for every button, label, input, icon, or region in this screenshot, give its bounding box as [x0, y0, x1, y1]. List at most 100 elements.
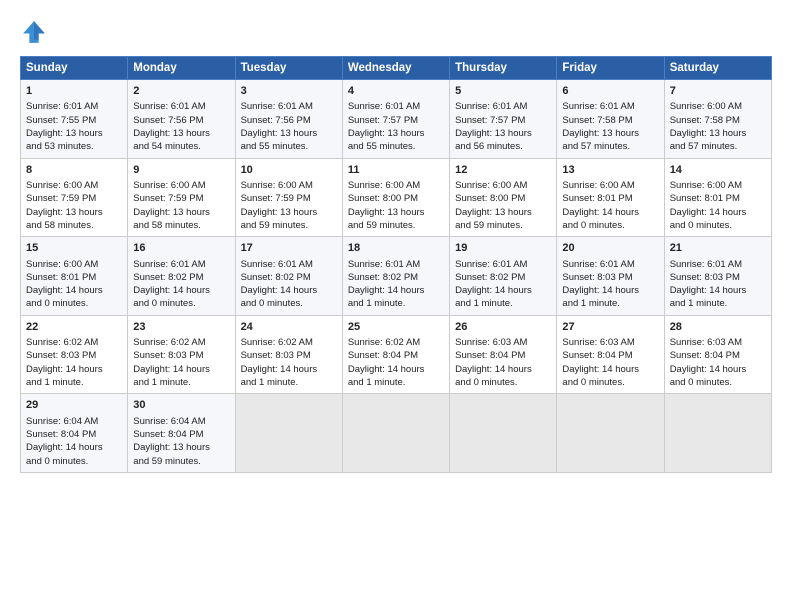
day-number: 14 — [670, 163, 766, 178]
day-info-line: Sunset: 7:57 PM — [455, 114, 551, 127]
calendar-cell: 6Sunrise: 6:01 AMSunset: 7:58 PMDaylight… — [557, 80, 664, 159]
day-number: 27 — [562, 320, 658, 335]
calendar-cell: 17Sunrise: 6:01 AMSunset: 8:02 PMDayligh… — [235, 237, 342, 316]
day-info-line: Sunrise: 6:03 AM — [562, 336, 658, 349]
calendar-cell: 21Sunrise: 6:01 AMSunset: 8:03 PMDayligh… — [664, 237, 771, 316]
day-info-line: Daylight: 13 hours — [241, 206, 337, 219]
day-info-line: and 0 minutes. — [562, 219, 658, 232]
day-info-line: and 56 minutes. — [455, 140, 551, 153]
day-info-line: and 0 minutes. — [26, 297, 122, 310]
page: SundayMondayTuesdayWednesdayThursdayFrid… — [0, 0, 792, 612]
day-info-line: Sunset: 8:01 PM — [562, 192, 658, 205]
column-header-sunday: Sunday — [21, 57, 128, 80]
day-number: 2 — [133, 84, 229, 99]
day-info-line: and 59 minutes. — [455, 219, 551, 232]
day-number: 23 — [133, 320, 229, 335]
calendar-cell: 2Sunrise: 6:01 AMSunset: 7:56 PMDaylight… — [128, 80, 235, 159]
day-info-line: Sunrise: 6:02 AM — [348, 336, 444, 349]
calendar-cell: 13Sunrise: 6:00 AMSunset: 8:01 PMDayligh… — [557, 158, 664, 237]
day-info-line: and 1 minute. — [348, 297, 444, 310]
column-header-thursday: Thursday — [450, 57, 557, 80]
day-info-line: Sunset: 8:03 PM — [670, 271, 766, 284]
day-info-line: Sunset: 7:59 PM — [133, 192, 229, 205]
day-info-line: and 1 minute. — [562, 297, 658, 310]
calendar-cell: 14Sunrise: 6:00 AMSunset: 8:01 PMDayligh… — [664, 158, 771, 237]
day-info-line: Daylight: 13 hours — [455, 127, 551, 140]
day-info-line: Sunrise: 6:01 AM — [562, 258, 658, 271]
day-info-line: Sunset: 8:02 PM — [133, 271, 229, 284]
day-info-line: Daylight: 14 hours — [562, 363, 658, 376]
calendar-row-0: 1Sunrise: 6:01 AMSunset: 7:55 PMDaylight… — [21, 80, 772, 159]
day-info-line: Sunset: 7:56 PM — [133, 114, 229, 127]
calendar-cell: 5Sunrise: 6:01 AMSunset: 7:57 PMDaylight… — [450, 80, 557, 159]
day-info-line: Sunrise: 6:00 AM — [670, 100, 766, 113]
calendar-cell: 10Sunrise: 6:00 AMSunset: 7:59 PMDayligh… — [235, 158, 342, 237]
day-info-line: and 0 minutes. — [562, 376, 658, 389]
column-header-friday: Friday — [557, 57, 664, 80]
day-info-line: Sunrise: 6:03 AM — [670, 336, 766, 349]
day-info-line: Sunrise: 6:01 AM — [348, 100, 444, 113]
day-info-line: and 1 minute. — [348, 376, 444, 389]
day-info-line: Sunset: 8:04 PM — [562, 349, 658, 362]
day-info-line: Daylight: 14 hours — [455, 284, 551, 297]
day-number: 8 — [26, 163, 122, 178]
day-info-line: Sunset: 8:00 PM — [455, 192, 551, 205]
logo — [20, 18, 52, 46]
day-info-line: Sunrise: 6:01 AM — [133, 258, 229, 271]
calendar-cell — [235, 394, 342, 473]
calendar-cell: 28Sunrise: 6:03 AMSunset: 8:04 PMDayligh… — [664, 315, 771, 394]
day-info-line: and 0 minutes. — [26, 455, 122, 468]
calendar-cell: 27Sunrise: 6:03 AMSunset: 8:04 PMDayligh… — [557, 315, 664, 394]
day-info-line: Sunrise: 6:01 AM — [562, 100, 658, 113]
calendar-cell — [342, 394, 449, 473]
day-info-line: Sunrise: 6:00 AM — [241, 179, 337, 192]
day-number: 19 — [455, 241, 551, 256]
day-info-line: Daylight: 13 hours — [26, 206, 122, 219]
calendar-cell: 30Sunrise: 6:04 AMSunset: 8:04 PMDayligh… — [128, 394, 235, 473]
day-info-line: Daylight: 13 hours — [241, 127, 337, 140]
day-number: 18 — [348, 241, 444, 256]
day-info-line: Daylight: 14 hours — [26, 284, 122, 297]
day-info-line: Sunset: 8:03 PM — [133, 349, 229, 362]
day-info-line: Sunrise: 6:04 AM — [26, 415, 122, 428]
calendar-cell: 1Sunrise: 6:01 AMSunset: 7:55 PMDaylight… — [21, 80, 128, 159]
day-info-line: and 59 minutes. — [241, 219, 337, 232]
day-info-line: and 53 minutes. — [26, 140, 122, 153]
day-info-line: Daylight: 13 hours — [670, 127, 766, 140]
day-number: 20 — [562, 241, 658, 256]
calendar-cell: 16Sunrise: 6:01 AMSunset: 8:02 PMDayligh… — [128, 237, 235, 316]
day-info-line: and 1 minute. — [26, 376, 122, 389]
day-info-line: Sunset: 8:04 PM — [26, 428, 122, 441]
day-info-line: Sunrise: 6:00 AM — [562, 179, 658, 192]
column-headers-row: SundayMondayTuesdayWednesdayThursdayFrid… — [21, 57, 772, 80]
day-info-line: and 1 minute. — [455, 297, 551, 310]
day-info-line: and 57 minutes. — [562, 140, 658, 153]
day-info-line: Sunset: 7:59 PM — [26, 192, 122, 205]
day-info-line: Daylight: 14 hours — [241, 363, 337, 376]
day-info-line: and 55 minutes. — [241, 140, 337, 153]
calendar-cell: 8Sunrise: 6:00 AMSunset: 7:59 PMDaylight… — [21, 158, 128, 237]
day-info-line: and 54 minutes. — [133, 140, 229, 153]
calendar-cell: 20Sunrise: 6:01 AMSunset: 8:03 PMDayligh… — [557, 237, 664, 316]
day-info-line: Sunrise: 6:03 AM — [455, 336, 551, 349]
calendar-cell: 29Sunrise: 6:04 AMSunset: 8:04 PMDayligh… — [21, 394, 128, 473]
day-number: 21 — [670, 241, 766, 256]
day-info-line: Sunset: 8:04 PM — [455, 349, 551, 362]
day-number: 22 — [26, 320, 122, 335]
day-info-line: Sunrise: 6:02 AM — [133, 336, 229, 349]
day-info-line: Daylight: 13 hours — [133, 441, 229, 454]
calendar-cell: 12Sunrise: 6:00 AMSunset: 8:00 PMDayligh… — [450, 158, 557, 237]
day-info-line: Sunrise: 6:01 AM — [348, 258, 444, 271]
day-number: 7 — [670, 84, 766, 99]
day-info-line: Sunrise: 6:00 AM — [133, 179, 229, 192]
day-number: 11 — [348, 163, 444, 178]
day-info-line: and 59 minutes. — [348, 219, 444, 232]
day-info-line: and 1 minute. — [241, 376, 337, 389]
day-info-line: Daylight: 14 hours — [455, 363, 551, 376]
day-info-line: Daylight: 13 hours — [133, 206, 229, 219]
day-number: 9 — [133, 163, 229, 178]
calendar-row-4: 29Sunrise: 6:04 AMSunset: 8:04 PMDayligh… — [21, 394, 772, 473]
day-info-line: Sunrise: 6:00 AM — [670, 179, 766, 192]
day-info-line: Sunset: 8:01 PM — [670, 192, 766, 205]
day-info-line: Sunrise: 6:01 AM — [241, 258, 337, 271]
